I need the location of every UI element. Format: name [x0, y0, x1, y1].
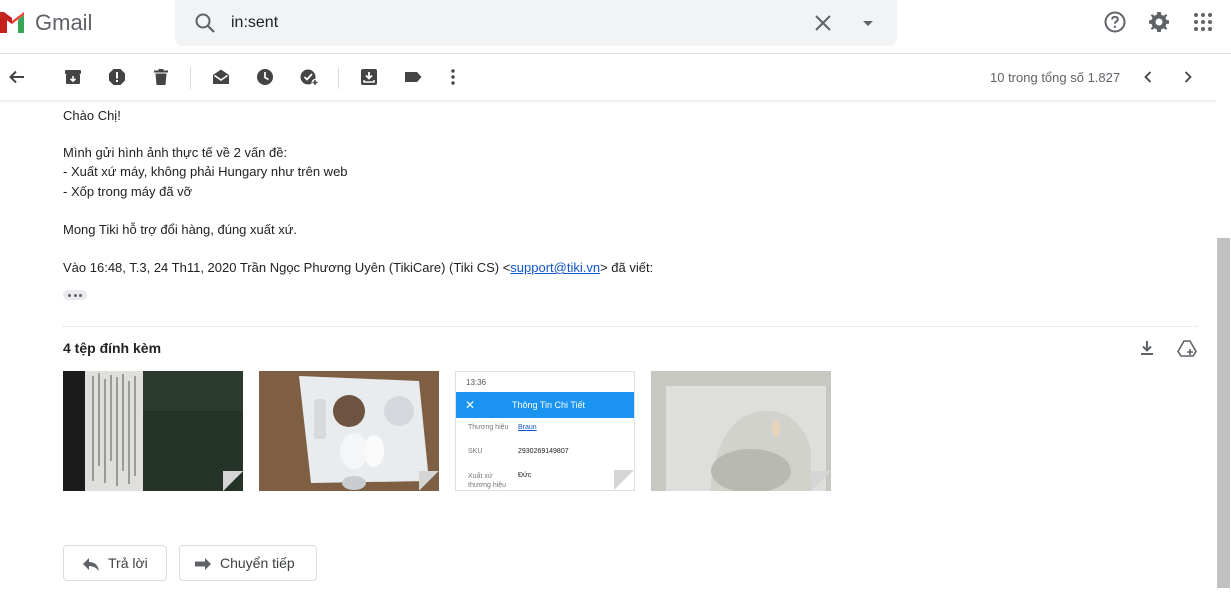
clear-search-icon[interactable]: [811, 11, 835, 35]
dot: [73, 294, 77, 297]
gear-icon[interactable]: [1147, 10, 1171, 34]
reply-button[interactable]: Trả lời: [63, 545, 167, 581]
message-line: Mong Tiki hỗ trợ đổi hàng, đúng xuất xứ.: [63, 222, 298, 237]
document-photo: [63, 371, 243, 491]
delete-icon[interactable]: [151, 67, 171, 87]
quote-prefix: Vào 16:48, T.3, 24 Th11, 2020 Trần Ngọc …: [63, 260, 511, 275]
detail-value: Braun: [518, 424, 537, 431]
download-all-icon[interactable]: [1137, 338, 1157, 358]
quote-suffix: > đã viết:: [600, 260, 654, 275]
message-greeting: Chào Chị!: [63, 108, 121, 123]
dot: [79, 294, 82, 297]
message-line: - Xuất xứ máy, không phải Hungary như tr…: [63, 164, 348, 179]
attachments-title: 4 tệp đính kèm: [63, 340, 162, 356]
search-icon[interactable]: [193, 11, 217, 35]
add-to-drive-icon[interactable]: [1177, 338, 1197, 358]
attachment-thumbnail[interactable]: [63, 371, 243, 491]
attachment-thumbnail[interactable]: [651, 371, 831, 491]
snooze-icon[interactable]: [255, 67, 275, 87]
show-trimmed-content-button[interactable]: [63, 290, 87, 300]
search-input[interactable]: [231, 8, 791, 38]
page-fold: [811, 471, 831, 491]
forward-button[interactable]: Chuyển tiếp: [179, 545, 317, 581]
detail-label: Xuất xứ thương hiệu: [468, 473, 507, 489]
reply-label: Trả lời: [108, 555, 148, 571]
attachment-thumbnail[interactable]: 13:36 ✕ Thông Tin Chi Tiết Thương hiệu B…: [455, 371, 635, 491]
page-fold: [419, 471, 439, 491]
report-spam-icon[interactable]: [107, 67, 127, 87]
search-bar: [175, 0, 897, 46]
quote-header: Vào 16:48, T.3, 24 Th11, 2020 Trần Ngọc …: [63, 260, 653, 275]
gmail-logo-icon[interactable]: [0, 9, 25, 35]
broken-foam-photo: [651, 371, 831, 491]
move-to-icon[interactable]: [359, 67, 379, 87]
dot: [68, 294, 71, 297]
forward-icon: [195, 558, 211, 570]
pager-count: 10 trong tổng số 1.827: [990, 70, 1121, 85]
add-task-icon[interactable]: [299, 67, 319, 87]
forward-label: Chuyển tiếp: [220, 555, 295, 571]
close-icon: ✕: [465, 398, 476, 412]
detail-label: SKU: [468, 448, 483, 455]
attachment-thumbnail[interactable]: [259, 371, 439, 491]
help-icon[interactable]: [1103, 10, 1127, 34]
phone-status-time: 13:36: [466, 378, 487, 387]
apps-grid-icon[interactable]: [1191, 10, 1215, 34]
message-line: - Xốp trong máy đã vỡ: [63, 184, 193, 199]
mark-unread-icon[interactable]: [211, 67, 231, 87]
scrollbar-thumb[interactable]: [1217, 238, 1230, 588]
detail-value: 2930269149807: [518, 448, 569, 455]
foam-insert-photo: [259, 371, 439, 491]
page-fold: [223, 471, 243, 491]
support-email-link[interactable]: support@tiki.vn: [510, 260, 600, 275]
label-icon[interactable]: [403, 67, 423, 87]
toolbar-separator: [338, 67, 339, 89]
toolbar-separator: [190, 67, 191, 89]
message-toolbar: 10 trong tổng số 1.827: [0, 55, 1216, 101]
older-chevron-right-icon[interactable]: [1178, 67, 1198, 87]
phone-header-title: Thông Tin Chi Tiết: [512, 400, 586, 410]
detail-value: Đức: [518, 472, 532, 479]
reply-icon: [83, 558, 99, 571]
more-icon[interactable]: [443, 67, 463, 87]
top-header: Gmail: [0, 0, 1231, 54]
back-arrow-icon[interactable]: [7, 67, 27, 87]
archive-icon[interactable]: [63, 67, 83, 87]
search-options-icon[interactable]: [856, 11, 880, 35]
detail-label: Thương hiệu: [468, 424, 509, 431]
attachments-divider: [63, 326, 1198, 327]
page-fold: [614, 470, 634, 490]
message-line: Mình gửi hình ảnh thực tế về 2 vấn đề:: [63, 145, 288, 160]
app-name[interactable]: Gmail: [35, 10, 92, 36]
newer-chevron-left-icon[interactable]: [1138, 67, 1158, 87]
